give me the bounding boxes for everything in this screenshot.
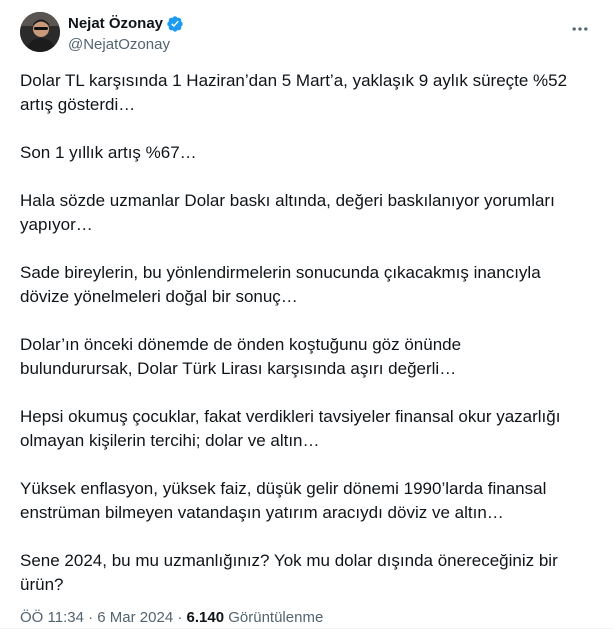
tweet-card: Nejat Özonay @NejatOzonay Dolar TL karşı…: [0, 0, 613, 629]
tweet-date[interactable]: 6 Mar 2024: [97, 609, 173, 626]
tweet-paragraph: Yüksek enflasyon, yüksek faiz, düşük gel…: [20, 479, 547, 522]
tweet-paragraph: Sade bireylerin, bu yönlendirmelerin son…: [20, 263, 541, 306]
views-count: 6.140: [186, 609, 225, 626]
author-names: Nejat Özonay @NejatOzonay: [68, 14, 184, 55]
tweet-header: Nejat Özonay @NejatOzonay: [20, 12, 597, 56]
author-display-name[interactable]: Nejat Özonay: [68, 14, 163, 34]
author-handle[interactable]: @NejatOzonay: [68, 35, 184, 55]
display-name-row: Nejat Özonay: [68, 14, 184, 34]
avatar[interactable]: [20, 12, 60, 52]
tweet-paragraph: Dolar TL karşısında 1 Haziran’dan 5 Mart…: [20, 71, 568, 114]
user-avatar-photo-icon: [20, 12, 60, 52]
meta-separator: ·: [88, 609, 94, 626]
verified-badge-icon[interactable]: [166, 15, 184, 33]
meta-separator: ·: [177, 609, 183, 626]
more-horizontal-icon: [572, 27, 588, 31]
tweet-paragraph: Son 1 yıllık artış %67…: [20, 143, 197, 162]
more-options-button[interactable]: [563, 12, 597, 46]
tweet-paragraph: Hepsi okumuş çocuklar, fakat verdikleri …: [20, 407, 561, 450]
tweet-text: Dolar TL karşısında 1 Haziran’dan 5 Mart…: [20, 69, 596, 621]
views-label: Görüntülenme: [228, 609, 324, 626]
tweet-meta: ÖÖ 11:34 · 6 Mar 2024 · 6.140 Görüntülen…: [20, 608, 323, 628]
tweet-time[interactable]: ÖÖ 11:34: [20, 609, 84, 626]
tweet-paragraph: Sene 2024, bu mu uzmanlığınız? Yok mu do…: [20, 551, 558, 594]
tweet-paragraph: Hala sözde uzmanlar Dolar baskı altında,…: [20, 191, 555, 234]
tweet-paragraph: Dolar’ın önceki dönemde de önden koştuğu…: [20, 335, 462, 378]
